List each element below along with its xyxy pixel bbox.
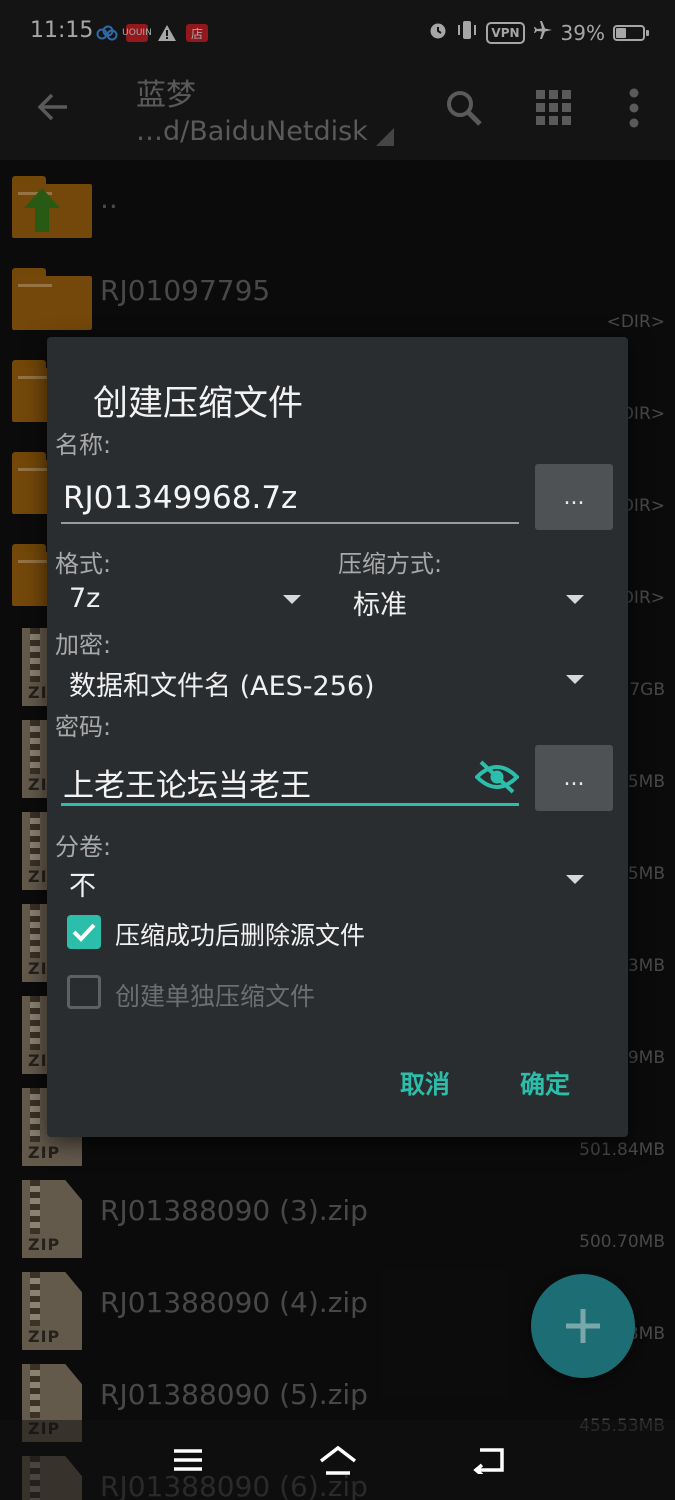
dropdown-triangle-icon [375,128,394,146]
delete-source-label: 压缩成功后删除源文件 [115,921,366,950]
create-archive-dialog: 创建压缩文件 名称: RJ01349968.7z ... 格式: 压缩方式: 7… [47,337,628,1137]
file-row[interactable]: RJ01097795 <DIR> [0,252,675,344]
airplane-icon [533,20,553,45]
back-arrow-icon[interactable] [36,90,70,128]
cancel-button[interactable]: 取消 [400,1065,450,1101]
folder-icon [12,268,92,330]
warning-icon [156,22,178,44]
encryption-dropdown-icon [566,675,584,684]
split-label: 分卷: [55,833,112,861]
format-dropdown-icon [283,595,301,604]
password-underline [61,803,519,806]
file-size: 501.84MB [579,1140,665,1160]
file-name: .. [100,182,118,215]
plus-icon [566,1309,600,1343]
browse-name-button[interactable]: ... [535,464,613,530]
status-left-icons: UOUIN 店 [96,22,208,44]
zip-file-icon: ZIP [22,1272,82,1350]
method-dropdown-icon [566,595,584,604]
split-dropdown-icon [566,875,584,884]
file-size: 9MB [627,1048,665,1068]
checkmark-icon [72,923,96,942]
path-dropdown[interactable]: …d/BaiduNetdisk [136,116,394,147]
file-row[interactable]: .. [0,160,675,252]
name-underline [61,522,519,524]
file-name: RJ01097795 [100,274,271,307]
encryption-label: 加密: [55,631,112,659]
encryption-value: 数据和文件名 (AES-256) [69,671,375,702]
menu-nav-icon[interactable] [166,1438,210,1482]
shop-badge-icon: 店 [186,24,208,42]
system-nav-bar [0,1420,675,1500]
app-badge-icon: UOUIN [122,24,152,42]
file-size: 3MB [627,956,665,976]
file-size: <DIR> [606,312,665,332]
zip-file-icon: ZIP [22,1180,82,1258]
parent-folder-icon [12,176,92,238]
vibrate-icon [456,20,478,45]
file-size: 5MB [627,772,665,792]
back-nav-icon[interactable] [466,1438,510,1482]
alarm-icon [428,20,448,45]
status-time: 11:15 [30,18,94,43]
dialog-title: 创建压缩文件 [93,384,304,424]
archive-name-input[interactable]: RJ01349968.7z [63,480,297,516]
password-label: 密码: [55,713,112,741]
split-value: 不 [69,871,96,902]
battery-icon [613,24,649,41]
grid-view-icon[interactable] [532,86,576,130]
separate-archive-checkbox[interactable] [67,975,101,1009]
search-icon[interactable] [442,86,486,130]
file-name: RJ01388090 (3).zip [100,1194,368,1227]
add-fab-button[interactable] [531,1274,635,1378]
home-nav-icon[interactable] [316,1438,360,1482]
status-bar: 11:15 UOUIN 店 VPN 39% [0,0,675,68]
browse-password-button[interactable]: ... [535,745,613,811]
folder-title: 蓝梦 [136,78,196,113]
battery-percent: 39% [560,20,605,45]
delete-source-checkbox[interactable] [67,915,101,949]
path-text: …d/BaiduNetdisk [136,116,368,147]
method-label: 压缩方式: [338,550,443,578]
format-label: 格式: [55,550,112,578]
format-value: 7z [69,583,101,614]
separate-archive-label: 创建单独压缩文件 [115,982,316,1011]
ok-button[interactable]: 确定 [520,1065,570,1101]
visibility-off-icon[interactable] [474,759,520,799]
file-name: RJ01388090 (5).zip [100,1378,368,1411]
file-size: 500.70MB [579,1232,665,1252]
cloud-icon [96,22,118,44]
name-label: 名称: [55,431,112,459]
status-right-icons: VPN 39% [428,20,649,45]
file-size: 5MB [627,864,665,884]
vpn-icon: VPN [486,21,525,44]
file-name: RJ01388090 (4).zip [100,1286,368,1319]
more-options-icon[interactable] [612,86,656,130]
app-bar: 蓝梦 …d/BaiduNetdisk [0,68,675,160]
method-value: 标准 [353,590,407,621]
password-input[interactable]: 上老王论坛当老王 [63,760,311,805]
file-row[interactable]: ZIP RJ01388090 (3).zip 500.70MB [0,1172,675,1264]
